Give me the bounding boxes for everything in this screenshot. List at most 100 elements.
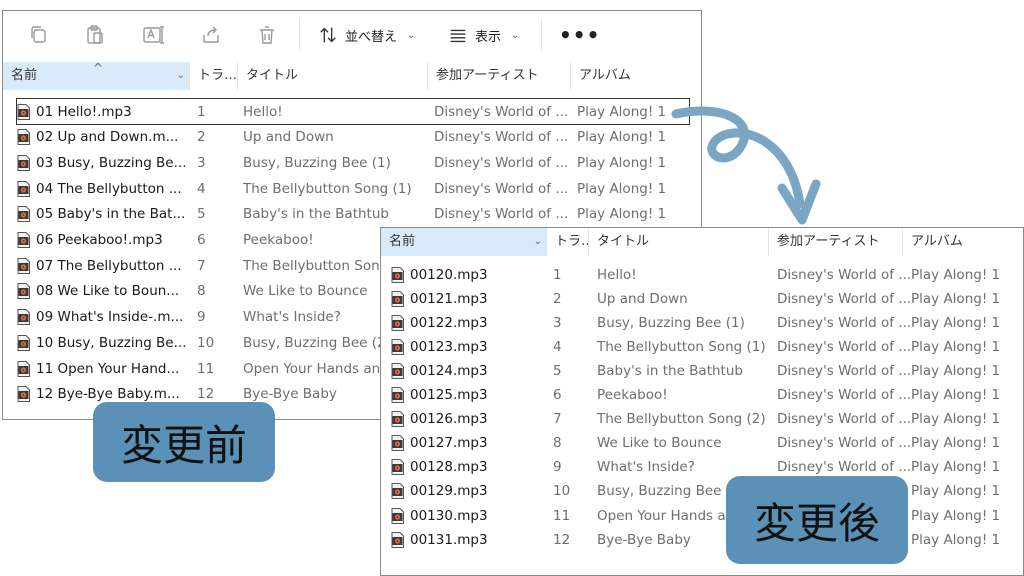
title-cell: Hello! <box>243 103 283 120</box>
track-cell: 10 <box>197 334 215 351</box>
mp3-file-icon <box>17 103 30 120</box>
sort-label: 並べ替え <box>345 29 398 45</box>
title-cell: What's Inside? <box>597 459 695 476</box>
file-name: 03 Busy, Buzzing Be... <box>36 154 187 171</box>
file-row[interactable]: 00120.mp3 1 Hello! Disney's World of ... Pla… <box>391 262 1021 287</box>
mp3-file-icon <box>17 232 30 248</box>
artist-cell: Disney's World of ... <box>777 338 911 355</box>
artist-cell: Disney's World of ... <box>434 129 569 146</box>
chevron-down-icon[interactable]: ⌄ <box>177 62 185 90</box>
title-cell: The Bellybutton Song (1) <box>243 180 412 197</box>
file-name-cell: 01 Hello!.mp3 <box>17 103 197 120</box>
file-name: 00123.mp3 <box>410 338 488 355</box>
track-cell: 6 <box>197 232 206 248</box>
view-label: 表示 <box>475 29 502 45</box>
column-header-artist[interactable]: 参加アーティスト <box>769 228 903 256</box>
share-icon[interactable] <box>199 23 223 47</box>
file-row[interactable]: 00123.mp3 4 The Bellybutton Song (1) Disney… <box>391 334 1021 359</box>
column-label: 参加アーティスト <box>436 68 539 83</box>
file-row[interactable]: 00126.mp3 7 The Bellybutton Song (2) Disney… <box>391 407 1021 432</box>
artist-cell: Disney's World of ... <box>777 387 911 403</box>
copy-icon[interactable] <box>27 23 51 47</box>
track-cell: 11 <box>553 507 571 524</box>
toolbar-separator <box>541 19 542 51</box>
track-cell: 5 <box>197 206 206 223</box>
file-name-cell: 08 We Like to Boun... <box>17 283 197 300</box>
artist-cell: Disney's World of ... <box>434 103 569 120</box>
mp3-file-icon <box>17 180 30 197</box>
title-cell: Baby's in the Bathtub <box>243 206 389 223</box>
mp3-file-icon <box>17 386 30 403</box>
column-header-name[interactable]: ^ 名前 ⌄ <box>3 62 190 90</box>
album-cell: Play Along! 1 <box>911 531 1001 548</box>
column-label: 参加アーティスト <box>777 234 880 249</box>
file-name-cell: 00125.mp3 <box>391 387 553 403</box>
title-cell: Hello! <box>597 266 637 283</box>
chevron-down-icon[interactable]: ⌄ <box>534 228 542 256</box>
sort-button[interactable]: 並べ替え ⌄ <box>317 23 415 47</box>
mp3-file-icon <box>391 338 404 355</box>
column-label: 名前 <box>389 234 416 249</box>
column-header-track[interactable]: トラ… <box>547 228 589 256</box>
album-cell: Play Along! 1 <box>911 411 1001 428</box>
column-header-artist[interactable]: 参加アーティスト <box>428 62 571 90</box>
mp3-file-icon <box>17 129 30 146</box>
mp3-file-icon <box>391 507 404 524</box>
mp3-file-icon <box>391 531 404 548</box>
file-row[interactable]: 00125.mp3 6 Peekaboo! Disney's World of ...… <box>391 383 1021 408</box>
track-cell: 3 <box>197 154 206 171</box>
chevron-down-icon: ⌄ <box>407 29 416 41</box>
column-label: 名前 <box>11 68 38 83</box>
track-cell: 8 <box>553 435 562 452</box>
column-header-album[interactable]: アルバム <box>903 228 1023 256</box>
file-row[interactable]: 04 The Bellybutton ... 4 The Bellybutton S… <box>17 176 689 201</box>
file-row[interactable]: 00130.mp3 11 Open Your Hands and Play Along… <box>391 503 1021 528</box>
file-row[interactable]: 03 Busy, Buzzing Be... 3 Busy, Buzzing Bee… <box>17 150 689 175</box>
file-row[interactable]: 00128.mp3 9 What's Inside? Disney's World o… <box>391 455 1021 480</box>
paste-icon[interactable] <box>83 23 107 47</box>
delete-icon[interactable] <box>255 23 279 47</box>
track-cell: 3 <box>553 314 562 331</box>
file-name: 07 The Bellybutton ... <box>36 257 182 274</box>
mp3-file-icon <box>17 309 30 326</box>
file-row[interactable]: 00127.mp3 8 We Like to Bounce Disney's Worl… <box>391 431 1021 456</box>
sort-ascending-icon: ^ <box>93 62 104 75</box>
file-row[interactable]: 05 Baby's in the Bat... 5 Baby's in the Ba… <box>17 202 689 227</box>
album-cell: Play Along! 1 <box>911 362 1001 379</box>
column-header-title[interactable]: タイトル <box>589 228 769 256</box>
title-cell: We Like to Bounce <box>597 435 722 452</box>
mp3-file-icon <box>17 206 30 223</box>
artist-cell: Disney's World of ... <box>434 180 569 197</box>
track-cell: 5 <box>553 362 562 379</box>
column-header-track[interactable]: トラ… <box>190 62 238 90</box>
file-name: 12 Bye-Bye Baby.m... <box>36 386 180 403</box>
file-row[interactable]: 00121.mp3 2 Up and Down Disney's World of .… <box>391 286 1021 311</box>
view-button[interactable]: 表示 ⌄ <box>447 23 519 47</box>
track-cell: 1 <box>553 266 562 283</box>
more-options-icon[interactable]: ••• <box>559 23 600 47</box>
column-header-title[interactable]: タイトル <box>238 62 428 90</box>
track-cell: 7 <box>553 411 562 428</box>
file-name-cell: 07 The Bellybutton ... <box>17 257 197 274</box>
file-row[interactable]: 00124.mp3 5 Baby's in the Bathtub Disney's … <box>391 358 1021 383</box>
column-header-album[interactable]: アルバム <box>571 62 701 90</box>
file-name-cell: 00123.mp3 <box>391 338 553 355</box>
file-name-cell: 10 Busy, Buzzing Be... <box>17 334 197 351</box>
file-row[interactable]: 00129.mp3 10 Busy, Buzzing Bee (2) Play Alo… <box>391 479 1021 504</box>
mp3-file-icon <box>17 283 30 300</box>
title-cell: The Bellybutton Song (2) <box>597 411 766 428</box>
file-name-cell: 00124.mp3 <box>391 362 553 379</box>
file-name: 00130.mp3 <box>410 507 488 524</box>
file-name-cell: 00131.mp3 <box>391 531 553 548</box>
album-cell: Play Along! 1 <box>911 387 1001 403</box>
file-name-cell: 03 Busy, Buzzing Be... <box>17 154 197 171</box>
file-name: 10 Busy, Buzzing Be... <box>36 334 187 351</box>
artist-cell: Disney's World of ... <box>777 266 911 283</box>
file-row[interactable]: 00131.mp3 12 Bye-Bye Baby Play Along! 1 <box>391 527 1021 552</box>
file-row[interactable]: 02 Up and Down.m... 2 Up and Down Disney's … <box>17 125 689 150</box>
file-row[interactable]: 00122.mp3 3 Busy, Buzzing Bee (1) Disney's … <box>391 310 1021 335</box>
file-row[interactable]: 01 Hello!.mp3 1 Hello! Disney's World of ..… <box>16 98 690 125</box>
column-header-name[interactable]: 名前 ⌄ <box>381 228 547 256</box>
rename-icon[interactable] <box>141 23 165 47</box>
album-cell: Play Along! 1 <box>911 266 1001 283</box>
